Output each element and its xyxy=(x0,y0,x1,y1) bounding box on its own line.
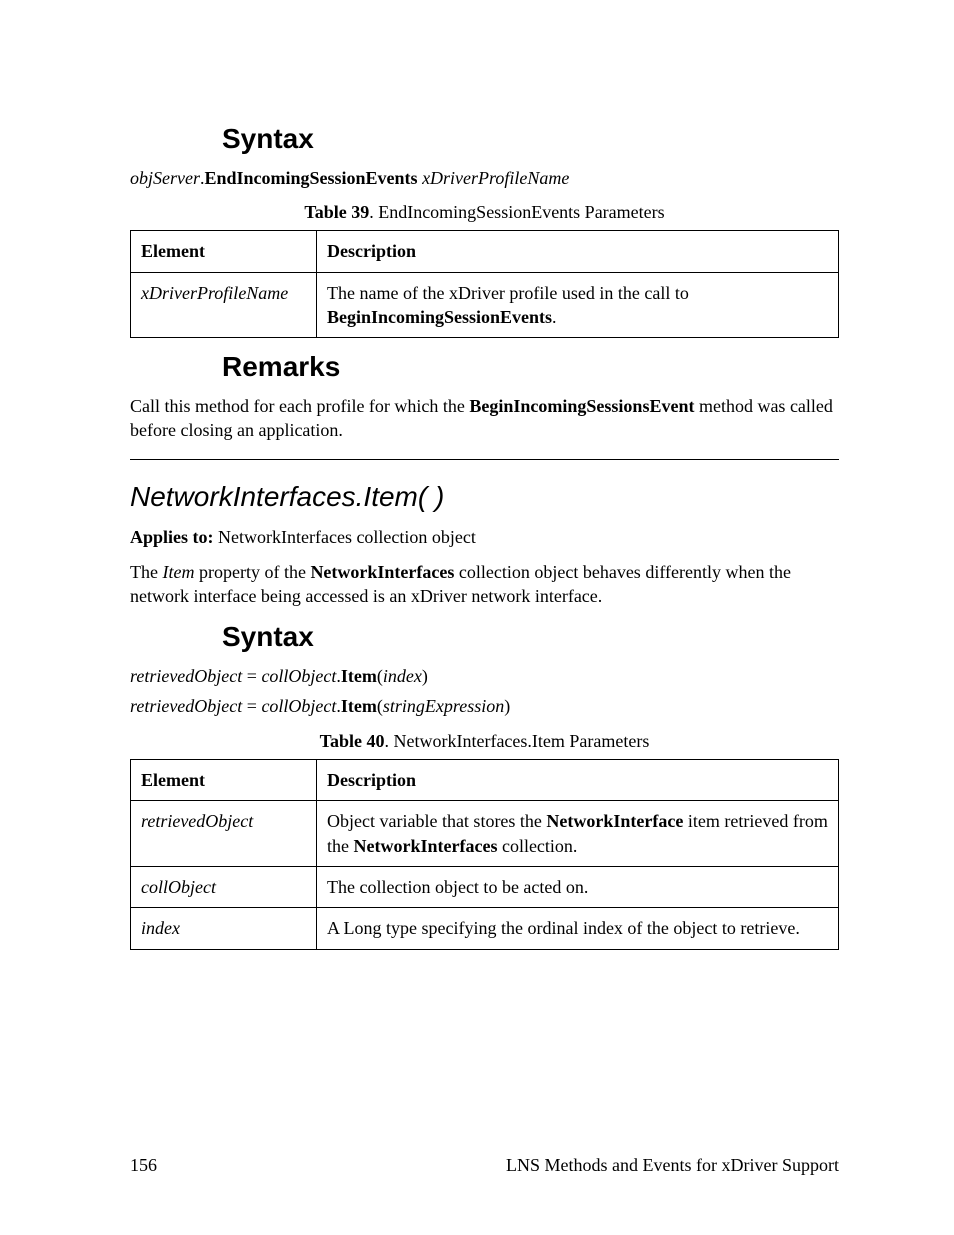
table-39: Element Description xDriverProfileName T… xyxy=(130,230,839,338)
s2-b: collObject xyxy=(261,696,336,716)
r1-b1: NetworkInterface xyxy=(546,811,683,831)
section-divider xyxy=(130,459,839,460)
intro-paragraph: The Item property of the NetworkInterfac… xyxy=(130,560,839,609)
intro-item: Item xyxy=(162,562,194,582)
cell-element: collObject xyxy=(131,866,317,907)
page-number: 156 xyxy=(130,1153,157,1177)
syntax-method: EndIncomingSessionEvents xyxy=(204,168,417,188)
s2-arg: stringExpression xyxy=(383,696,504,716)
footer-title: LNS Methods and Events for xDriver Suppo… xyxy=(506,1153,839,1177)
page-footer: 156 LNS Methods and Events for xDriver S… xyxy=(130,1153,839,1177)
s2-eq: = xyxy=(242,696,261,716)
desc-text-b: . xyxy=(552,307,557,327)
table-40: Element Description retrievedObject Obje… xyxy=(130,759,839,949)
table-row: collObject The collection object to be a… xyxy=(131,866,839,907)
s1-item: Item xyxy=(341,666,377,686)
s1-eq: = xyxy=(242,666,261,686)
r1-a: Object variable that stores the xyxy=(327,811,546,831)
r1-c: collection. xyxy=(497,836,577,856)
s1-rp: ) xyxy=(422,666,428,686)
s1-arg: index xyxy=(383,666,422,686)
heading-syntax-1: Syntax xyxy=(222,120,839,158)
cell-description: Object variable that stores the NetworkI… xyxy=(317,801,839,867)
intro-bold: NetworkInterfaces xyxy=(310,562,454,582)
s2-a: retrievedObject xyxy=(130,696,242,716)
syntax-line-1: objServer.EndIncomingSessionEvents xDriv… xyxy=(130,166,839,190)
table-row: index A Long type specifying the ordinal… xyxy=(131,908,839,949)
remarks-bold: BeginIncomingSessionsEvent xyxy=(469,396,694,416)
syntax-object: objServer xyxy=(130,168,200,188)
table-caption-40: Table 40. NetworkInterfaces.Item Paramet… xyxy=(130,729,839,753)
intro-a: The xyxy=(130,562,162,582)
th-description: Description xyxy=(317,231,839,272)
s1-a: retrievedObject xyxy=(130,666,242,686)
th-element: Element xyxy=(131,231,317,272)
desc-text-bold: BeginIncomingSessionEvents xyxy=(327,307,552,327)
cell-description: The collection object to be acted on. xyxy=(317,866,839,907)
cell-element: retrievedObject xyxy=(131,801,317,867)
table-caption-39: Table 39. EndIncomingSessionEvents Param… xyxy=(130,200,839,224)
cell-description: A Long type specifying the ordinal index… xyxy=(317,908,839,949)
table-40-label: Table 40 xyxy=(320,731,385,751)
table-39-label: Table 39 xyxy=(304,202,369,222)
intro-b: property of the xyxy=(194,562,310,582)
desc-text-a: The name of the xDriver profile used in … xyxy=(327,283,689,303)
th-description: Description xyxy=(317,760,839,801)
heading-remarks: Remarks xyxy=(222,348,839,386)
table-row: Element Description xyxy=(131,760,839,801)
s2-rp: ) xyxy=(504,696,510,716)
remarks-paragraph: Call this method for each profile for wh… xyxy=(130,394,839,443)
table-row: xDriverProfileName The name of the xDriv… xyxy=(131,272,839,338)
s2-item: Item xyxy=(341,696,377,716)
cell-description: The name of the xDriver profile used in … xyxy=(317,272,839,338)
table-39-rest: . EndIncomingSessionEvents Parameters xyxy=(369,202,664,222)
cell-element: index xyxy=(131,908,317,949)
table-40-rest: . NetworkInterfaces.Item Parameters xyxy=(384,731,649,751)
syntax-line-2a: retrievedObject = collObject.Item(index) xyxy=(130,664,839,688)
table-row: retrievedObject Object variable that sto… xyxy=(131,801,839,867)
r1-b2: NetworkInterfaces xyxy=(354,836,498,856)
syntax-arg: xDriverProfileName xyxy=(422,168,569,188)
heading-networkinterfaces-item: NetworkInterfaces.Item( ) xyxy=(130,478,839,516)
syntax-line-2b: retrievedObject = collObject.Item(string… xyxy=(130,694,839,718)
applies-to-label: Applies to: xyxy=(130,527,214,547)
applies-to-value: NetworkInterfaces collection object xyxy=(214,527,476,547)
th-element: Element xyxy=(131,760,317,801)
cell-element: xDriverProfileName xyxy=(131,272,317,338)
heading-syntax-2: Syntax xyxy=(222,618,839,656)
s1-b: collObject xyxy=(261,666,336,686)
remarks-a: Call this method for each profile for wh… xyxy=(130,396,469,416)
applies-to-line: Applies to: NetworkInterfaces collection… xyxy=(130,525,839,549)
table-row: Element Description xyxy=(131,231,839,272)
